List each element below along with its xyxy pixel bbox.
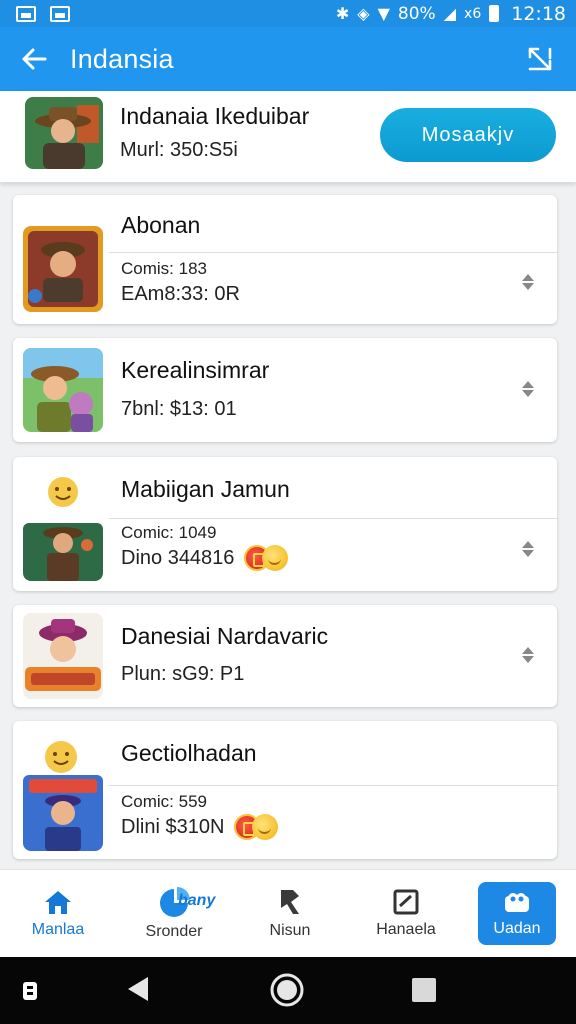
nav-brand-word: bany	[178, 892, 216, 909]
nav-label: Manlaa	[31, 920, 85, 938]
featured-action-button[interactable]: Mosaakjv	[380, 108, 556, 162]
image-notification-icon	[50, 5, 70, 22]
featured-header-card: Indanaia Ikeduibar Murl: 350:S5i Mosaakj…	[0, 91, 576, 183]
item-title: Mabiigan Jamun	[121, 476, 290, 502]
item-meta: EAm8:33: 0R	[121, 283, 240, 306]
reward-coins	[244, 545, 289, 571]
item-meta: Dino 344816	[121, 545, 289, 571]
sort-handle-icon[interactable]	[521, 540, 535, 558]
item-meta-text: Dlini $310N	[121, 815, 225, 838]
pin-icon	[281, 889, 299, 914]
item-meta-text: Plun: sG9: P1	[121, 663, 245, 685]
featured-game-thumbnail[interactable]	[25, 97, 103, 169]
gallery-notification-icon	[16, 5, 36, 22]
battery-percent: 80%	[397, 3, 436, 24]
item-title: Kerealinsimrar	[121, 357, 270, 383]
people-icon	[505, 892, 529, 912]
nav-label: Uadan	[493, 919, 541, 937]
game-thumbnail	[23, 226, 103, 312]
bluetooth-icon: ✱	[335, 4, 350, 23]
game-thumbnail	[23, 739, 103, 851]
game-thumbnail	[23, 475, 103, 581]
battery-icon	[489, 5, 500, 22]
sort-handle-icon[interactable]	[521, 273, 535, 291]
list-item[interactable]: Abonan Comis: 183 EAm8:33: 0R	[13, 195, 557, 324]
list-item[interactable]: Gectiolhadan Comic: 559 Dlini $310N	[13, 721, 557, 859]
expand-icon	[528, 47, 552, 71]
arrow-left-icon	[22, 48, 47, 70]
divider	[109, 785, 557, 786]
nav-label: Nisun	[269, 921, 311, 939]
game-thumbnail	[23, 613, 103, 699]
location-icon: ◈	[357, 4, 370, 23]
check-square-icon	[393, 889, 419, 914]
featured-subtitle: Murl: 350:S5i	[120, 139, 238, 161]
list-item[interactable]: Kerealinsimrar 7bnl: $13: 01	[13, 338, 557, 442]
divider	[109, 252, 557, 253]
reward-coins	[234, 814, 279, 840]
item-detail: Comis: 183	[121, 259, 207, 278]
network-label: x6	[464, 5, 482, 22]
list-item[interactable]: Danesiai Nardavaric Plun: sG9: P1	[13, 605, 557, 707]
nav-item-home[interactable]: Manlaa	[0, 870, 116, 957]
divider	[109, 518, 557, 519]
expand-button[interactable]	[520, 39, 560, 79]
smiley-coin-icon	[252, 814, 279, 840]
nav-item-nisun[interactable]: Nisun	[232, 870, 348, 957]
nav-item-hanaela[interactable]: Hanaela	[348, 870, 464, 957]
bottom-navigation: Manlaa bany Sronder Nisun Hanaela Uadan	[0, 869, 576, 957]
nav-item-sronder[interactable]: bany Sronder	[116, 870, 232, 957]
cell-signal-icon: ◢	[443, 4, 457, 23]
system-recents-icon[interactable]	[412, 978, 436, 1002]
sort-handle-icon[interactable]	[521, 646, 535, 664]
nav-item-uadan[interactable]: Uadan	[478, 882, 556, 945]
status-bar: ✱ ◈ ▼ 80% ◢ x6 12:18	[0, 0, 576, 27]
system-back-icon[interactable]	[126, 975, 150, 1003]
item-title: Abonan	[121, 212, 201, 238]
sort-handle-icon[interactable]	[521, 380, 535, 398]
item-meta-text: Dino 344816	[121, 546, 235, 569]
list-item[interactable]: Mabiigan Jamun Comic: 1049 Dino 344816	[13, 457, 557, 591]
nav-label: Sronder	[145, 922, 203, 940]
system-home-icon[interactable]	[270, 973, 304, 1007]
item-meta-text: EAm8:33: 0R	[121, 283, 240, 305]
page-title: Indansia	[70, 43, 174, 74]
app-bar: Indansia	[0, 27, 576, 91]
item-title: Danesiai Nardavaric	[121, 623, 329, 649]
item-detail: Comic: 1049	[121, 523, 217, 542]
featured-title: Indanaia Ikeduibar	[120, 103, 310, 129]
clock: 12:18	[511, 2, 566, 25]
back-button[interactable]	[14, 39, 54, 79]
menu-icon[interactable]	[22, 981, 38, 1001]
item-meta-text: 7bnl: $13: 01	[121, 398, 237, 420]
system-navigation-bar	[0, 957, 576, 1024]
item-meta: Dlini $310N	[121, 814, 279, 840]
item-detail: Comic: 559	[121, 792, 207, 811]
smiley-coin-icon	[262, 545, 289, 571]
item-title: Gectiolhadan	[121, 740, 257, 766]
item-meta: Plun: sG9: P1	[121, 663, 244, 686]
item-meta: 7bnl: $13: 01	[121, 398, 237, 421]
nav-label: Hanaela	[376, 920, 436, 938]
game-thumbnail	[23, 348, 103, 432]
home-icon	[45, 890, 71, 914]
wifi-icon: ▼	[377, 4, 390, 23]
